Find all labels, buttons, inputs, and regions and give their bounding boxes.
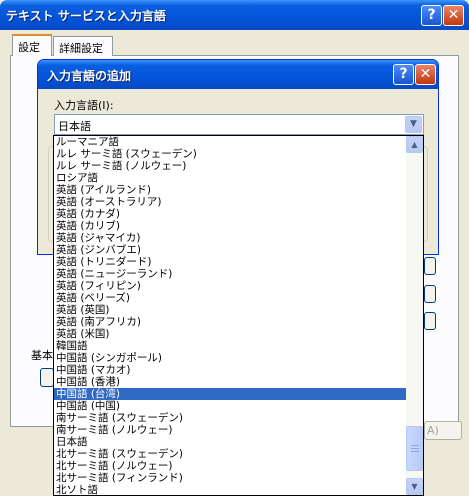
language-list-item[interactable]: 英語 (ニュージーランド): [54, 268, 406, 280]
grip-line-icon: [411, 445, 419, 446]
language-list-item[interactable]: 中国語 (シンガポール): [54, 352, 406, 364]
language-list-item[interactable]: 英語 (カナダ): [54, 208, 406, 220]
language-list-item[interactable]: 中国語 (中国): [54, 400, 406, 412]
language-list-item[interactable]: 英語 (カリブ): [54, 220, 406, 232]
scrollbar-thumb[interactable]: [406, 426, 423, 471]
dialog-title: 入力言語の追加: [47, 69, 132, 83]
grip-line-icon: [411, 448, 419, 449]
language-list-item[interactable]: ルレ サーミ語 (スウェーデン): [54, 148, 406, 160]
language-list-item[interactable]: 英語 (ジンバブエ): [54, 244, 406, 256]
language-dropdown-list[interactable]: ルーマニア語 ルレ サーミ語 (スウェーデン) ルレ サーミ語 (ノルウェー) ロシア…: [53, 135, 424, 496]
dialog-help-button[interactable]: ?: [393, 64, 414, 85]
language-list-item[interactable]: ルレ サーミ語 (ノルウェー): [54, 160, 406, 172]
chevron-down-icon[interactable]: ▼: [405, 116, 422, 133]
language-list-item[interactable]: 英語 (ジャマイカ): [54, 232, 406, 244]
language-list-item[interactable]: 中国語 (香港): [54, 376, 406, 388]
language-list-item[interactable]: ルーマニア語: [54, 136, 406, 148]
dialog-close-button[interactable]: ✕: [415, 64, 436, 85]
background-button-right-2[interactable]: [424, 285, 436, 303]
tab-settings[interactable]: 設定: [12, 34, 52, 56]
language-list-item[interactable]: 日本語: [54, 436, 406, 448]
language-list-item[interactable]: 英語 (米国): [54, 328, 406, 340]
language-list-item[interactable]: 英語 (南アフリカ): [54, 316, 406, 328]
outer-title-bar[interactable]: テキスト サービスと入力言語 ? ✕: [0, 0, 469, 30]
language-list-item[interactable]: 韓国語: [54, 340, 406, 352]
outer-help-button[interactable]: ?: [421, 5, 442, 26]
input-language-combobox[interactable]: 日本語 ▼: [54, 114, 424, 135]
dialog-title-bar[interactable]: 入力言語の追加 ? ✕: [38, 60, 438, 89]
language-list-item[interactable]: 南サーミ語 (スウェーデン): [54, 412, 406, 424]
language-list-item[interactable]: 北サーミ語 (ノルウェー): [54, 460, 406, 472]
language-list-item[interactable]: 南サーミ語 (ノルウェー): [54, 424, 406, 436]
input-language-value: 日本語: [58, 120, 91, 133]
dropdown-scrollbar[interactable]: ▲ ▼: [406, 136, 423, 495]
input-language-label: 入力言語(I):: [54, 99, 114, 112]
language-list-item[interactable]: 中国語 (マカオ): [54, 364, 406, 376]
tab-advanced-settings[interactable]: 詳細設定: [53, 36, 113, 56]
language-list-item[interactable]: 中国語 (台湾): [54, 388, 406, 400]
grip-line-icon: [411, 451, 419, 452]
apply-button-label: A): [427, 424, 439, 437]
language-list-item[interactable]: ロシア語: [54, 172, 406, 184]
language-list-item[interactable]: 英語 (アイルランド): [54, 184, 406, 196]
outer-window-title: テキスト サービスと入力言語: [6, 9, 166, 23]
background-button-right-1[interactable]: [424, 257, 436, 275]
language-list: ルーマニア語 ルレ サーミ語 (スウェーデン) ルレ サーミ語 (ノルウェー) ロシア…: [54, 136, 406, 495]
outer-close-button[interactable]: ✕: [443, 5, 464, 26]
language-list-item[interactable]: 英語 (英国): [54, 304, 406, 316]
language-list-item[interactable]: 英語 (ベリーズ): [54, 292, 406, 304]
language-list-item[interactable]: 北サーミ語 (スウェーデン): [54, 448, 406, 460]
scroll-up-icon[interactable]: ▲: [406, 136, 423, 153]
scroll-down-icon[interactable]: ▼: [406, 478, 423, 495]
language-list-item[interactable]: 英語 (オーストラリア): [54, 196, 406, 208]
language-list-item[interactable]: 北サーミ語 (フィンランド): [54, 472, 406, 484]
basic-group-label: 基本: [31, 349, 53, 362]
background-button-right-3[interactable]: [424, 312, 436, 330]
language-list-item[interactable]: 英語 (フィリピン): [54, 280, 406, 292]
language-list-item[interactable]: 英語 (トリニダード): [54, 256, 406, 268]
background-button-left[interactable]: [40, 368, 54, 387]
apply-button[interactable]: A): [424, 421, 462, 440]
language-list-item[interactable]: 北ソト語: [54, 484, 406, 495]
